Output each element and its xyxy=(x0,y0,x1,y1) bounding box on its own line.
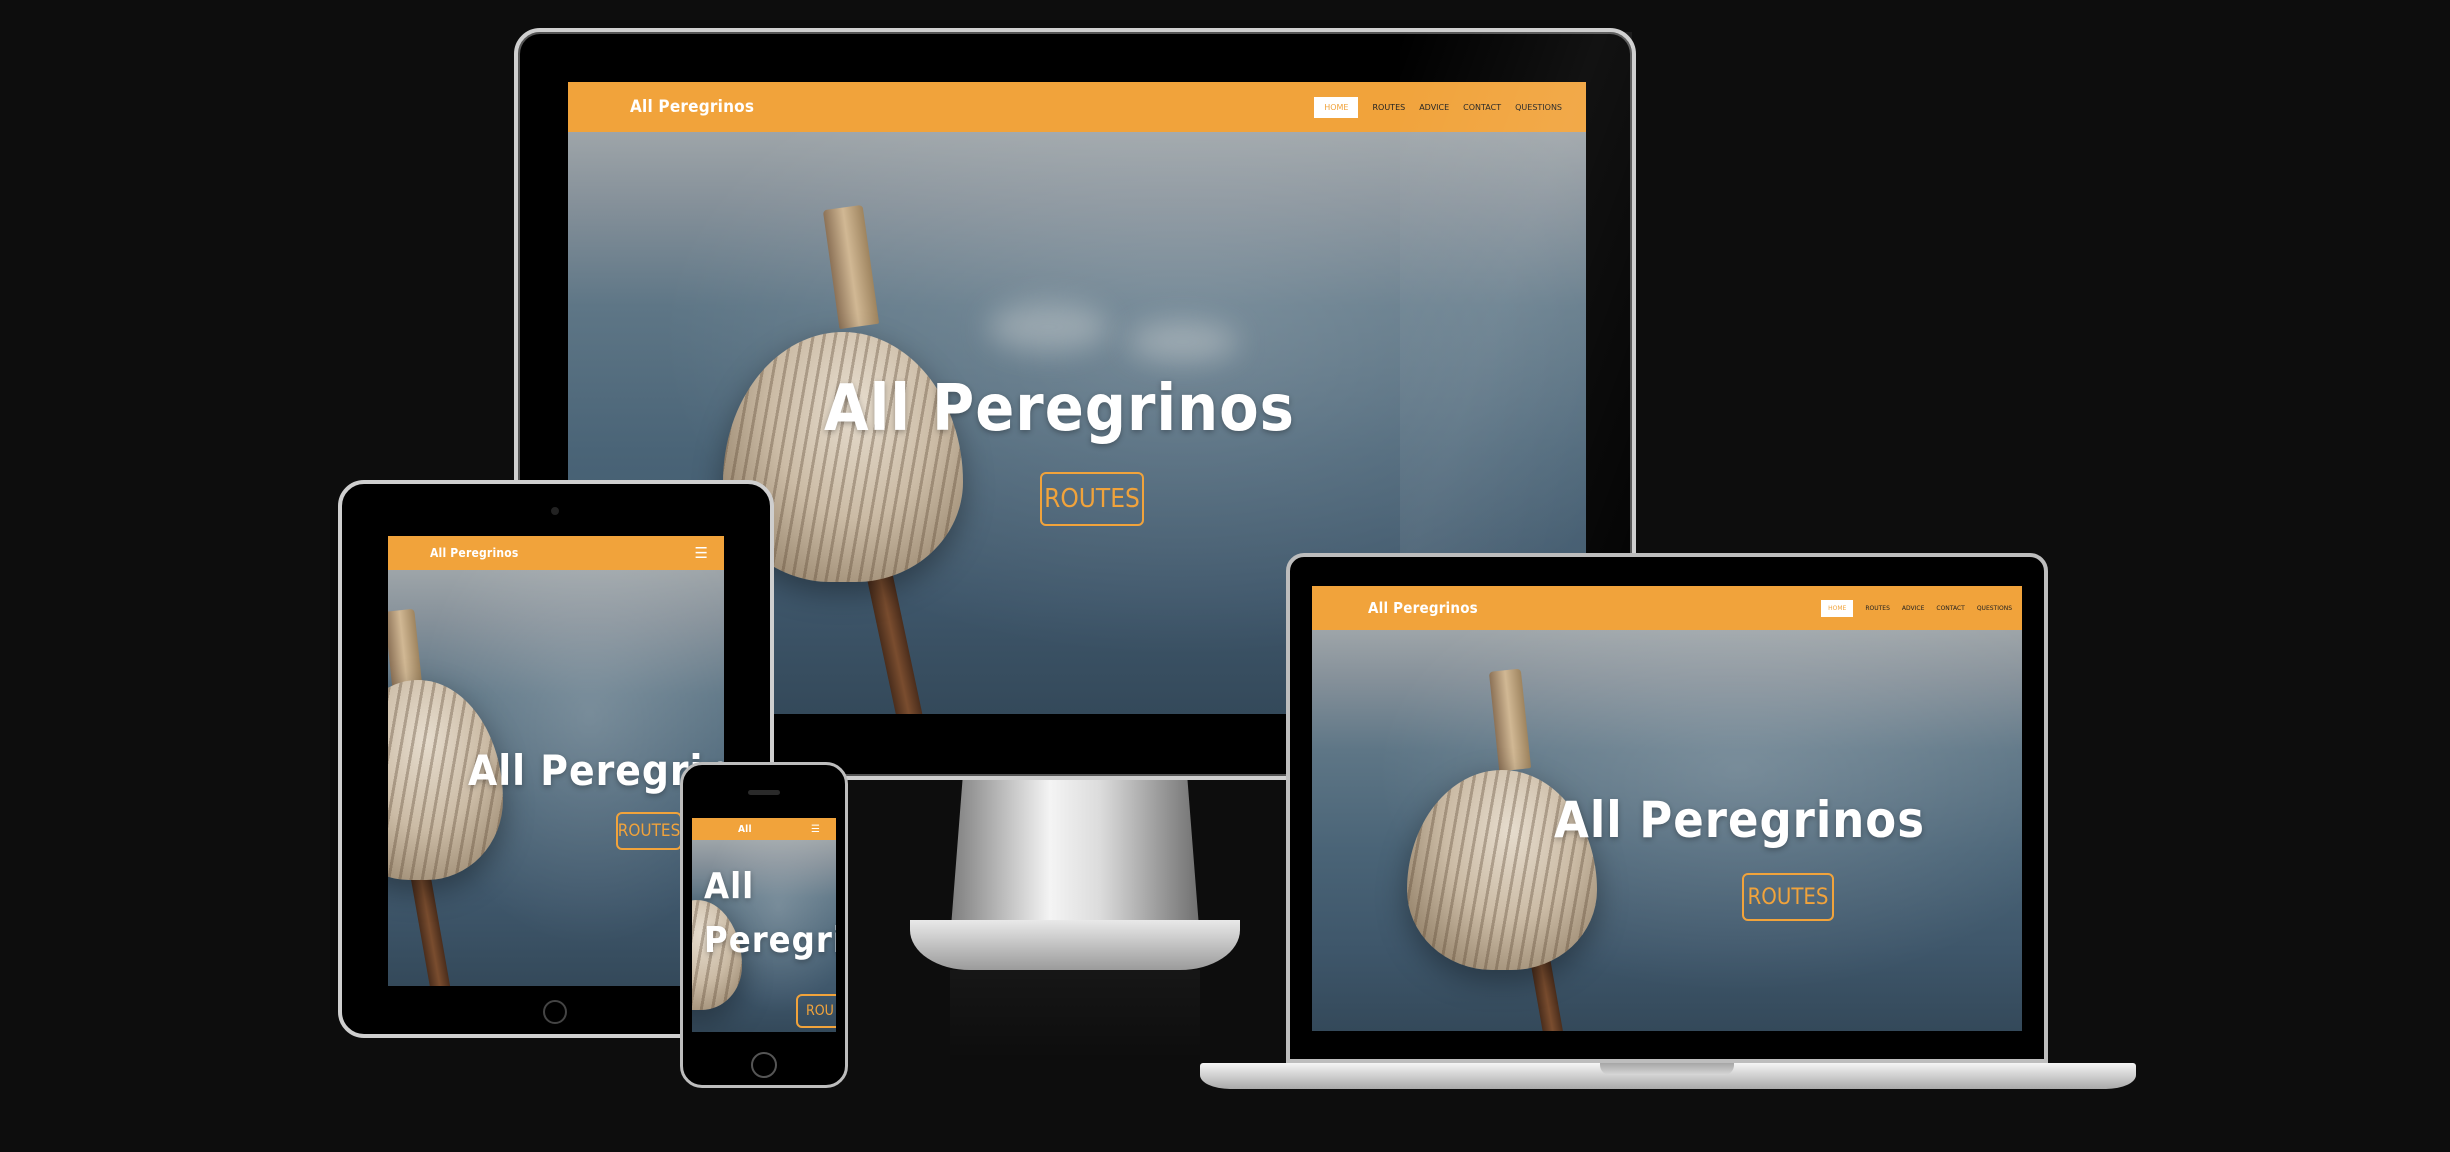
nav-contact[interactable]: CONTACT xyxy=(1936,605,1964,612)
hero-title: All Peregrinos xyxy=(824,372,1295,446)
phone-speaker xyxy=(748,790,780,795)
hamburger-menu-icon[interactable]: ☰ xyxy=(811,824,820,835)
tablet-home-button[interactable] xyxy=(543,1000,567,1024)
hero-routes-button[interactable]: ROUTES xyxy=(616,812,682,850)
hero-routes-button[interactable]: ROUTES xyxy=(1040,472,1144,526)
phone-screen: All ☰ All Peregrin ROU xyxy=(692,818,836,1032)
nav-questions[interactable]: QUESTIONS xyxy=(1977,605,2012,612)
nav-advice[interactable]: ADVICE xyxy=(1902,605,1924,612)
site-header: All Peregrinos ☰ xyxy=(388,536,724,570)
hero-routes-button[interactable]: ROUTES xyxy=(1742,873,1834,921)
site-brand[interactable]: All xyxy=(738,824,752,835)
hero-title: All Peregrinos xyxy=(1554,791,1925,849)
nav-routes[interactable]: ROUTES xyxy=(1865,605,1890,612)
site-nav: HOME ROUTES ADVICE CONTACT QUESTIONS xyxy=(1821,599,2012,617)
tablet-camera xyxy=(551,507,559,515)
monitor-stand-foot xyxy=(910,920,1240,970)
hero-title-line2: Peregrin xyxy=(704,920,836,961)
site-brand[interactable]: All Peregrinos xyxy=(430,546,518,560)
site-brand[interactable]: All Peregrinos xyxy=(1368,599,1478,617)
site-header: All ☰ xyxy=(692,818,836,840)
hamburger-menu-icon[interactable]: ☰ xyxy=(695,544,708,562)
hero-routes-button[interactable]: ROU xyxy=(796,994,836,1028)
phone-home-button[interactable] xyxy=(751,1052,777,1078)
site-brand[interactable]: All Peregrinos xyxy=(630,97,754,117)
laptop-screen: All Peregrinos HOME ROUTES ADVICE CONTAC… xyxy=(1312,586,2022,1031)
nav-home[interactable]: HOME xyxy=(1821,599,1854,617)
hero-title-line1: All xyxy=(704,866,755,907)
tablet-screen: All Peregrinos ☰ All Peregrinos ROUTES xyxy=(388,536,724,986)
site-header: All Peregrinos HOME ROUTES ADVICE CONTAC… xyxy=(1312,586,2022,630)
monitor-stand-neck xyxy=(950,780,1200,940)
nav-home[interactable]: HOME xyxy=(1314,96,1359,118)
